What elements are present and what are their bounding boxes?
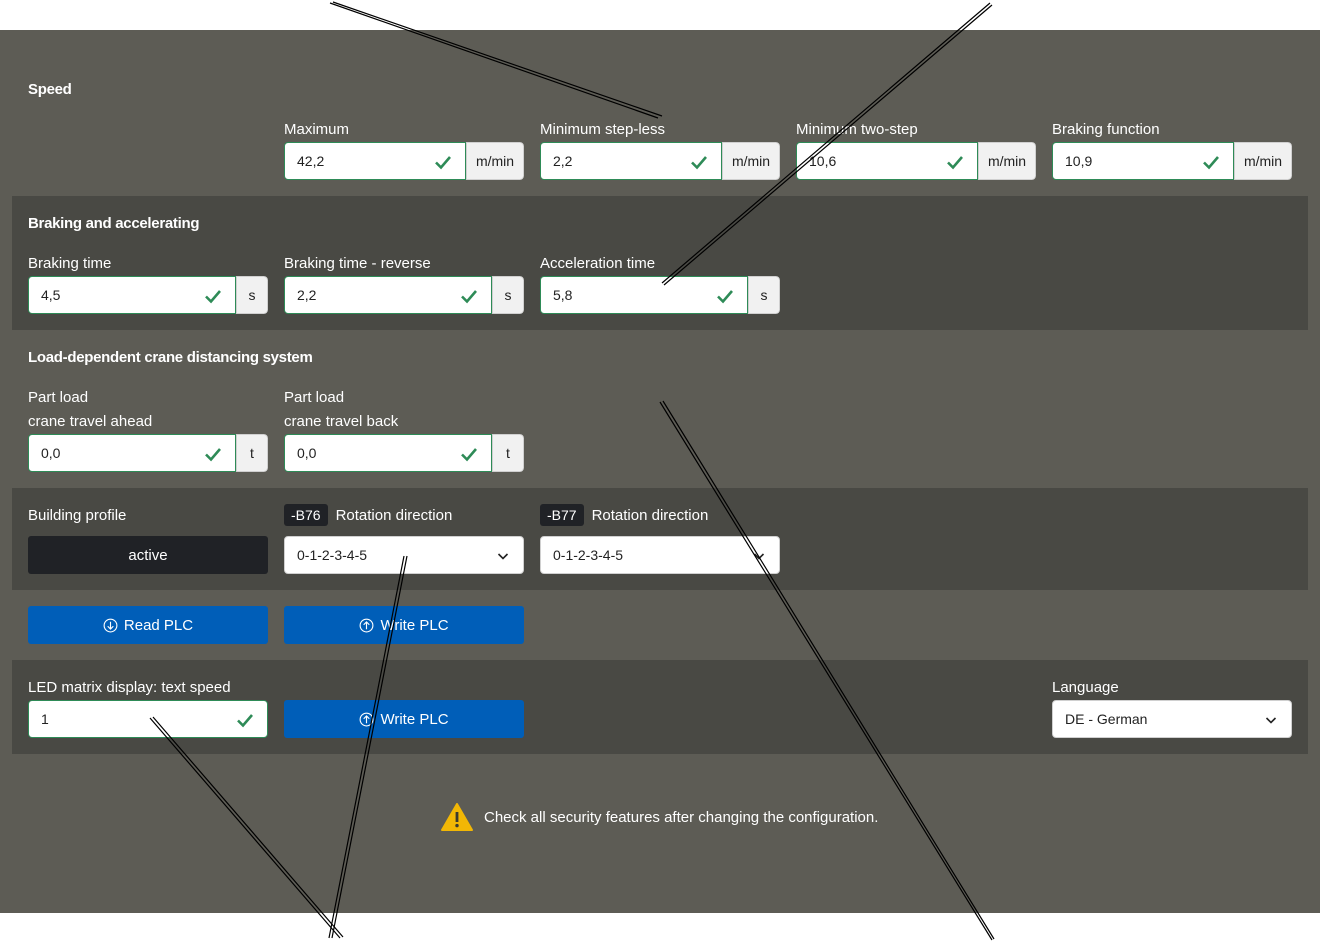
speed-section-title: Speed (28, 81, 72, 98)
check-icon (1203, 156, 1219, 170)
min-stepless-input[interactable]: 2,2 (540, 142, 722, 180)
braking-function-input[interactable]: 10,9 (1052, 142, 1234, 180)
min-two-step-label: Minimum two-step (796, 121, 918, 138)
acceleration-time-field: 5,8 s (540, 276, 780, 314)
part-load-back-label-1: Part load (284, 389, 345, 406)
led-write-plc-button[interactable]: Write PLC (284, 700, 524, 738)
acceleration-time-input[interactable]: 5,8 (540, 276, 748, 314)
unit-label: t (492, 434, 524, 472)
read-plc-button[interactable]: Read PLC (28, 606, 268, 644)
led-text-speed-field: 1 (28, 700, 268, 738)
part-load-ahead-label-2: crane travel ahead (28, 413, 153, 430)
maximum-speed-input[interactable]: 42,2 (284, 142, 466, 180)
language-select[interactable]: DE - German (1052, 700, 1292, 738)
part-load-ahead-field: 0,0 t (28, 434, 268, 472)
unit-label: s (748, 276, 780, 314)
warning-icon (441, 803, 473, 831)
building-profile-label: Building profile (28, 507, 127, 524)
part-load-back-label-2: crane travel back (284, 413, 399, 430)
part-load-back-input[interactable]: 0,0 (284, 434, 492, 472)
b76-rotation-label: -B76 Rotation direction (284, 504, 452, 528)
braking-time-label: Braking time (28, 255, 112, 272)
led-text-speed-input[interactable]: 1 (28, 700, 268, 738)
check-icon (435, 156, 451, 170)
unit-label: s (236, 276, 268, 314)
part-load-back-field: 0,0 t (284, 434, 524, 472)
warning-message: Check all security features after changi… (440, 802, 878, 832)
b77-tag: -B77 (540, 504, 584, 526)
b76-tag: -B76 (284, 504, 328, 526)
check-icon (461, 448, 477, 462)
check-icon (205, 448, 221, 462)
check-icon (691, 156, 707, 170)
check-icon (461, 290, 477, 304)
check-icon (717, 290, 733, 304)
chevron-down-icon (1265, 717, 1277, 724)
min-stepless-label: Minimum step-less (540, 121, 666, 138)
part-load-ahead-input[interactable]: 0,0 (28, 434, 236, 472)
b77-rotation-select[interactable]: 0-1-2-3-4-5 (540, 536, 780, 574)
unit-label: m/min (466, 142, 524, 180)
braking-time-field: 4,5 s (28, 276, 268, 314)
distancing-section-title: Load-dependent crane distancing system (28, 349, 313, 366)
braking-function-field: 10,9 m/min (1052, 142, 1292, 180)
check-icon (237, 714, 253, 728)
chevron-down-icon (753, 553, 765, 560)
building-profile-active-button[interactable]: active (28, 536, 268, 574)
unit-label: m/min (978, 142, 1036, 180)
check-icon (205, 290, 221, 304)
write-plc-button[interactable]: Write PLC (284, 606, 524, 644)
unit-label: m/min (722, 142, 780, 180)
braking-reverse-input[interactable]: 2,2 (284, 276, 492, 314)
min-stepless-field: 2,2 m/min (540, 142, 780, 180)
min-two-step-field: 10,6 m/min (796, 142, 1036, 180)
language-label: Language (1052, 679, 1119, 696)
arrow-down-circle-icon (103, 618, 118, 632)
braking-section-title: Braking and accelerating (28, 215, 200, 232)
unit-label: m/min (1234, 142, 1292, 180)
b77-rotation-label: -B77 Rotation direction (540, 504, 708, 528)
braking-reverse-label: Braking time - reverse (284, 255, 431, 272)
arrow-up-circle-icon (360, 712, 374, 726)
braking-time-input[interactable]: 4,5 (28, 276, 236, 314)
arrow-up-circle-icon (360, 618, 374, 632)
maximum-speed-label: Maximum (284, 121, 350, 138)
braking-function-label: Braking function (1052, 121, 1160, 138)
part-load-ahead-label-1: Part load (28, 389, 89, 406)
chevron-down-icon (497, 553, 509, 560)
check-icon (947, 156, 963, 170)
maximum-speed-field: 42,2 m/min (284, 142, 524, 180)
b76-rotation-select[interactable]: 0-1-2-3-4-5 (284, 536, 524, 574)
unit-label: s (492, 276, 524, 314)
acceleration-time-label: Acceleration time (540, 255, 656, 272)
unit-label: t (236, 434, 268, 472)
led-text-speed-label: LED matrix display: text speed (28, 679, 231, 696)
braking-reverse-field: 2,2 s (284, 276, 524, 314)
min-two-step-input[interactable]: 10,6 (796, 142, 978, 180)
